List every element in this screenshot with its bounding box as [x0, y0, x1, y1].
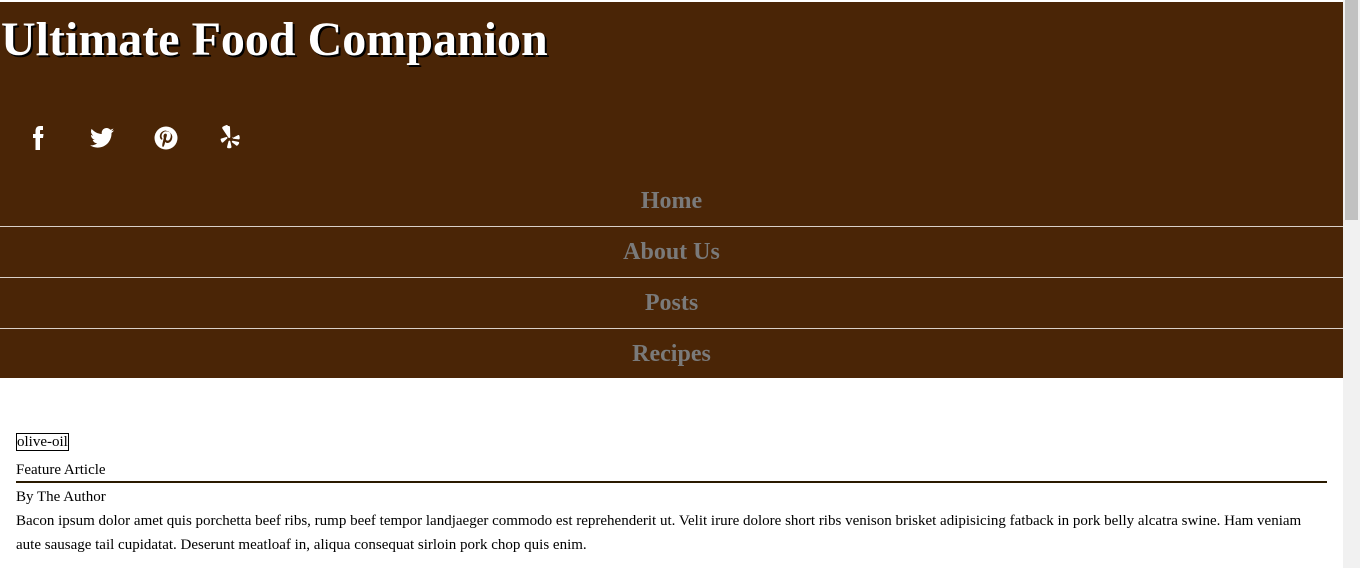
page-scrollbar[interactable]	[1343, 0, 1360, 568]
pinterest-icon	[154, 126, 178, 150]
twitter-link[interactable]	[84, 120, 120, 156]
page: Ultimate Food Companion Home About Us Po…	[0, 0, 1343, 568]
facebook-link[interactable]	[20, 120, 56, 156]
scrollbar-thumb[interactable]	[1345, 0, 1358, 220]
pinterest-link[interactable]	[148, 120, 184, 156]
nav-item-posts[interactable]: Posts	[0, 278, 1343, 329]
facebook-icon	[32, 126, 44, 150]
nav-item-home[interactable]: Home	[0, 176, 1343, 227]
feature-article: olive-oil Feature Article By The Author …	[16, 430, 1327, 557]
social-links	[0, 120, 300, 156]
yelp-icon	[219, 125, 241, 151]
article-kicker: Feature Article	[16, 459, 1327, 483]
main-nav: Home About Us Posts Recipes	[0, 176, 1343, 380]
twitter-icon	[90, 128, 114, 148]
site-header: Ultimate Food Companion Home About Us Po…	[0, 2, 1343, 378]
nav-item-recipes[interactable]: Recipes	[0, 329, 1343, 380]
article-excerpt: Bacon ipsum dolor amet quis porchetta be…	[16, 513, 1302, 553]
yelp-link[interactable]	[212, 120, 248, 156]
article-byline: By The Author	[16, 489, 106, 505]
nav-item-about-us[interactable]: About Us	[0, 227, 1343, 278]
article-image-placeholder: olive-oil	[16, 433, 69, 451]
site-title[interactable]: Ultimate Food Companion	[1, 12, 548, 68]
